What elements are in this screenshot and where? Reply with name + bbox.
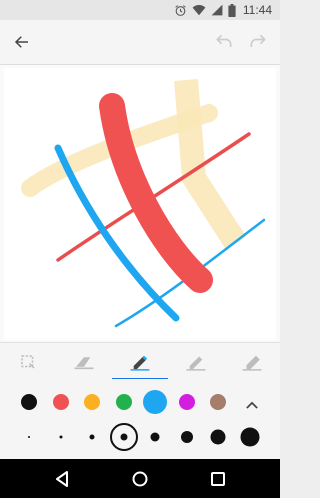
back-button[interactable]: [8, 28, 36, 56]
color-swatch-green[interactable]: [116, 394, 132, 410]
nav-recents-button[interactable]: [206, 467, 230, 491]
undo-icon: [216, 34, 232, 47]
drawing-canvas[interactable]: [4, 68, 276, 340]
pen-icon: [130, 355, 150, 371]
tool-marker[interactable]: [168, 343, 224, 380]
color-swatch-blue[interactable]: [143, 390, 167, 414]
highlighter-icon: [242, 355, 262, 371]
alarm-icon: [174, 4, 187, 17]
brush-size-8[interactable]: [240, 427, 260, 447]
brush-size-5[interactable]: [150, 432, 160, 442]
color-swatch-yellow[interactable]: [84, 394, 100, 410]
status-bar: 11:44: [0, 0, 280, 20]
redo-icon: [250, 34, 266, 47]
arrow-left-icon: [14, 36, 28, 48]
lasso-select-icon: [21, 354, 35, 369]
nav-home-button[interactable]: [128, 467, 152, 491]
nav-back-button[interactable]: [50, 467, 74, 491]
brush-size-7[interactable]: [210, 429, 226, 445]
nav-recents-icon: [211, 472, 225, 486]
wifi-icon: [192, 4, 206, 16]
brush-size-3[interactable]: [89, 434, 95, 440]
color-swatch-brown[interactable]: [210, 394, 226, 410]
tool-eraser[interactable]: [56, 343, 112, 380]
eraser-icon: [74, 356, 94, 369]
expand-palette-button[interactable]: [242, 395, 262, 415]
drawing-canvas-area: [0, 65, 280, 342]
status-time: 11:44: [242, 3, 272, 17]
color-swatch-purple[interactable]: [179, 394, 195, 410]
drawing-tool-bar: [0, 342, 280, 380]
brush-size-6[interactable]: [181, 431, 193, 443]
color-palette: [0, 379, 280, 459]
chevron-up-icon: [246, 401, 258, 409]
nav-home-icon: [132, 471, 148, 487]
brush-size-1[interactable]: [28, 436, 30, 438]
undo-button[interactable]: [210, 28, 238, 56]
redo-button[interactable]: [244, 28, 272, 56]
battery-icon: [228, 3, 236, 17]
system-nav-bar: [0, 459, 280, 498]
marker-icon: [186, 356, 206, 371]
color-swatch-black[interactable]: [21, 394, 37, 410]
status-icons: 11:44: [174, 2, 272, 18]
color-swatch-red[interactable]: [53, 394, 69, 410]
brush-size-4[interactable]: [120, 433, 128, 441]
tool-highlighter[interactable]: [224, 343, 280, 380]
brush-size-2[interactable]: [59, 435, 63, 439]
tool-pen[interactable]: [112, 343, 168, 380]
nav-back-icon: [56, 471, 68, 487]
tool-select[interactable]: [0, 343, 56, 380]
app-bar: [0, 20, 280, 65]
signal-icon: [211, 4, 223, 16]
